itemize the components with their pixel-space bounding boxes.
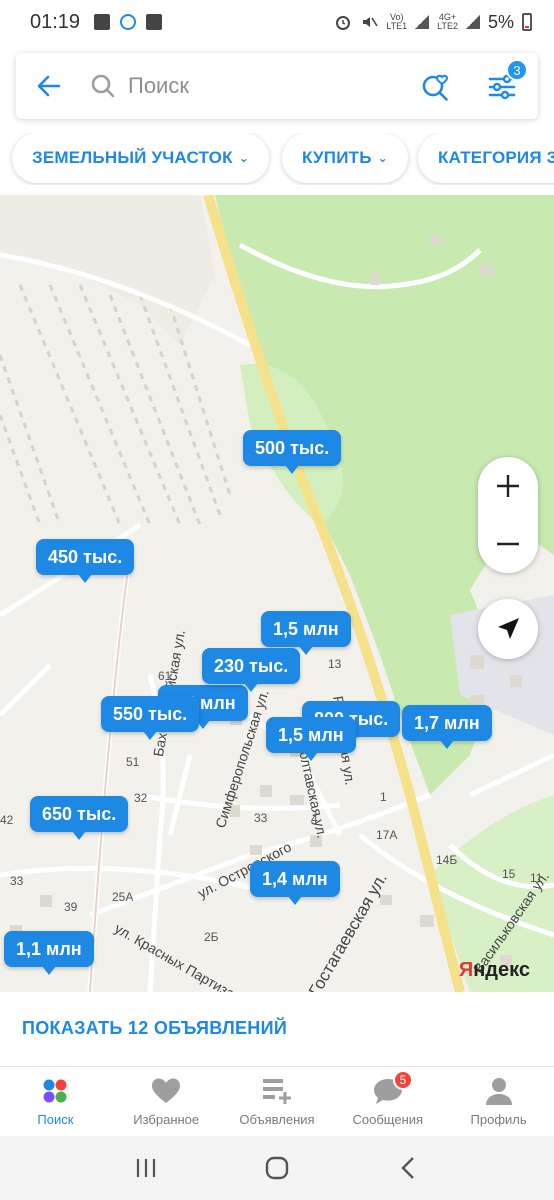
zoom-in-button[interactable] bbox=[478, 457, 538, 515]
bottom-navigation: Поиск Избранное Объявления 5 Сообщения П… bbox=[0, 1067, 554, 1135]
plus-icon bbox=[497, 475, 519, 497]
alarm-icon bbox=[336, 16, 351, 30]
signal-icon-2 bbox=[465, 15, 480, 29]
house-number: 33 bbox=[254, 811, 268, 825]
yandex-logo: Яндекс bbox=[459, 959, 530, 982]
back-button[interactable] bbox=[16, 53, 82, 119]
checkbox-notification-icon bbox=[146, 14, 163, 30]
zoom-out-button[interactable] bbox=[478, 515, 538, 573]
house-number: 14Б bbox=[436, 853, 458, 867]
mute-icon bbox=[363, 17, 378, 27]
chevron-down-icon: ⌄ bbox=[238, 151, 249, 165]
price-pin[interactable]: 1,5 млн bbox=[266, 717, 356, 761]
chip-label: ЗЕМЕЛЬНЫЙ УЧАСТОК bbox=[32, 148, 233, 167]
house-number: 33 bbox=[10, 874, 24, 888]
listings-add-icon bbox=[262, 1076, 292, 1106]
nav-listings[interactable]: Объявления bbox=[222, 1067, 333, 1135]
house-number: 2Б bbox=[204, 930, 219, 944]
nav-label: Профиль bbox=[470, 1112, 527, 1127]
status-bar: 01:19 Vo) LTE1 4G+ LTE2 5% bbox=[0, 0, 554, 44]
chip-property-type[interactable]: ЗЕМЕЛЬНЫЙ УЧАСТОК ⌄ bbox=[12, 133, 269, 183]
search-bar: 3 bbox=[16, 53, 538, 119]
saved-search-button[interactable] bbox=[416, 67, 456, 107]
house-number: 32 bbox=[134, 791, 148, 805]
filters-button[interactable]: 3 bbox=[480, 59, 528, 109]
nav-profile[interactable]: Профиль bbox=[443, 1067, 554, 1135]
recent-apps-button[interactable] bbox=[126, 1148, 166, 1188]
yandex-logo-y: Я bbox=[458, 959, 474, 981]
price-pin[interactable]: 450 тыс. bbox=[36, 539, 135, 583]
nav-favorites[interactable]: Избранное bbox=[111, 1067, 222, 1135]
navigation-arrow-icon bbox=[498, 618, 519, 639]
house-number: 13 bbox=[328, 657, 342, 671]
home-button[interactable] bbox=[257, 1148, 297, 1188]
gallery-notification-icon bbox=[94, 14, 111, 30]
price-pin[interactable]: 1,7 млн bbox=[402, 705, 492, 749]
price-pin[interactable]: 230 тыс. bbox=[202, 648, 301, 692]
price-pin[interactable]: 650 тыс. bbox=[30, 796, 129, 840]
my-location-button[interactable] bbox=[478, 599, 538, 659]
system-back-button[interactable] bbox=[388, 1148, 428, 1188]
app-notification-icon bbox=[120, 14, 137, 30]
chevron-down-icon: ⌄ bbox=[377, 151, 388, 165]
minus-icon bbox=[497, 542, 519, 546]
signal-icon bbox=[415, 15, 430, 29]
house-number: 17А bbox=[376, 828, 398, 842]
house-number: 15 bbox=[502, 867, 516, 881]
nav-label: Сообщения bbox=[352, 1112, 424, 1127]
chip-deal-type[interactable]: КУПИТЬ ⌄ bbox=[282, 133, 408, 183]
heart-icon bbox=[151, 1076, 181, 1106]
network-lte-1: LTE1 bbox=[386, 21, 408, 31]
battery-percent: 5% bbox=[487, 11, 514, 32]
arrow-left-icon bbox=[37, 75, 61, 97]
house-number: 4 bbox=[311, 812, 318, 826]
nav-search[interactable]: Поиск bbox=[0, 1067, 111, 1135]
search-dots-icon bbox=[40, 1076, 70, 1106]
filter-count-badge: 3 bbox=[506, 59, 528, 81]
chip-label: КУПИТЬ bbox=[302, 148, 372, 167]
nav-messages[interactable]: 5 Сообщения bbox=[332, 1067, 443, 1135]
house-number: 39 bbox=[64, 900, 78, 914]
messages-badge: 5 bbox=[392, 1070, 413, 1090]
nav-label: Объявления bbox=[239, 1112, 315, 1127]
price-pin[interactable]: 550 тыс. bbox=[101, 696, 200, 740]
map-view[interactable]: Бахчисарайская ул. Симферопольская ул. у… bbox=[0, 195, 554, 992]
house-number: 11 bbox=[530, 871, 543, 885]
search-heart-icon bbox=[422, 74, 449, 101]
nav-label: Избранное bbox=[133, 1112, 200, 1127]
house-number: 51 bbox=[126, 755, 140, 769]
network-lte-2: LTE2 bbox=[437, 21, 458, 31]
status-time: 01:19 bbox=[30, 10, 81, 33]
show-listings-button[interactable]: ПОКАЗАТЬ 12 ОБЪЯВЛЕНИЙ bbox=[22, 1018, 287, 1039]
search-icon bbox=[88, 71, 118, 101]
chip-label: КАТЕГОРИЯ ЗЕМЕЛЬ bbox=[438, 148, 554, 167]
home-icon bbox=[265, 1156, 289, 1180]
zoom-controls bbox=[478, 457, 538, 573]
price-pin[interactable]: 1,1 млн bbox=[4, 931, 94, 975]
chevron-left-icon bbox=[401, 1157, 415, 1179]
price-pin[interactable]: 1,4 млн bbox=[250, 861, 340, 905]
chip-land-category[interactable]: КАТЕГОРИЯ ЗЕМЕЛЬ bbox=[418, 133, 554, 183]
price-pin[interactable]: 500 тыс. bbox=[243, 430, 342, 474]
house-number: 1 bbox=[380, 790, 387, 804]
system-navigation-bar bbox=[0, 1136, 554, 1200]
filter-chips-row: ЗЕМЕЛЬНЫЙ УЧАСТОК ⌄ КУПИТЬ ⌄ КАТЕГОРИЯ ЗЕМ… bbox=[0, 133, 554, 185]
search-input[interactable] bbox=[128, 73, 378, 99]
yandex-logo-rest: ндекс bbox=[473, 959, 530, 981]
house-number: 25А bbox=[112, 890, 134, 904]
house-number: 42 bbox=[0, 813, 14, 827]
recent-apps-icon bbox=[136, 1159, 155, 1177]
nav-label: Поиск bbox=[37, 1112, 74, 1127]
battery-icon bbox=[522, 13, 532, 31]
profile-icon bbox=[484, 1076, 514, 1106]
price-pin[interactable]: 1,5 млн bbox=[261, 611, 351, 655]
house-number: 61 bbox=[158, 669, 172, 683]
chat-icon: 5 bbox=[373, 1070, 413, 1106]
